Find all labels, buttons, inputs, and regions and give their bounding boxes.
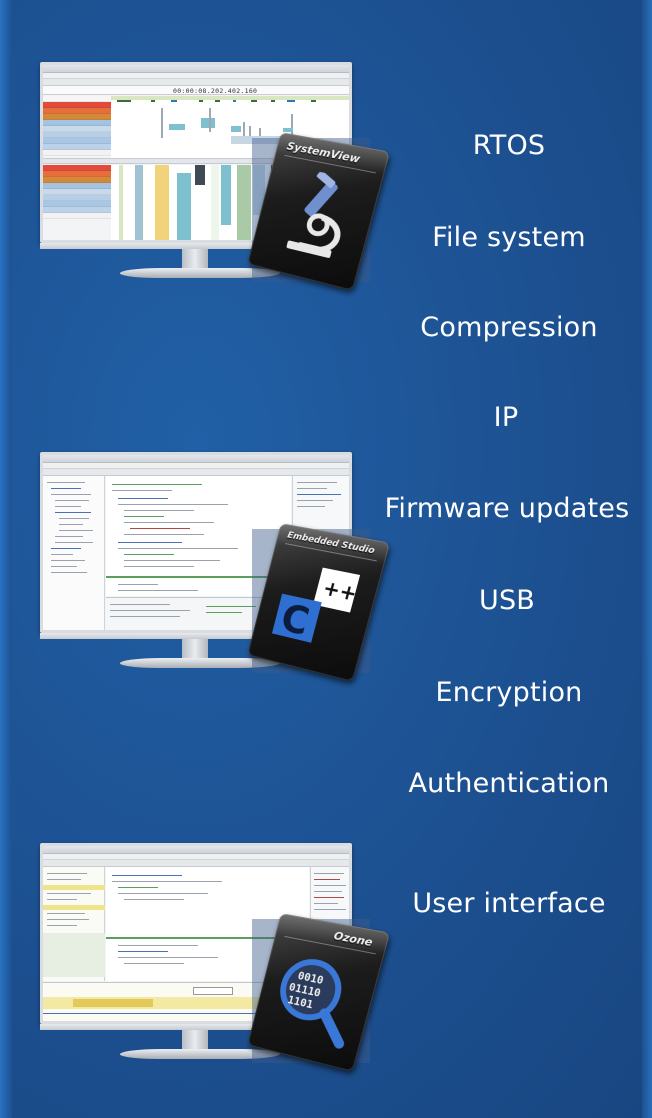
right-edge-highlight [642,0,652,1118]
ozone-badge[interactable]: Ozone 0010 01110 1101 [244,913,391,1072]
window-titlebar [43,455,349,463]
systemview-badge[interactable]: SystemView [244,132,391,291]
task-list-secondary [43,165,111,219]
c-plus-plus-icon: ++ C [271,567,361,644]
window-toolbar [43,469,349,476]
embedded-studio-badge[interactable]: Embedded Studio ++ C [244,523,391,682]
window-titlebar [43,65,349,73]
feature-ip: IP [493,402,519,433]
feature-file-system: File system [432,222,586,253]
feature-compression: Compression [420,312,598,343]
window-toolbar [43,860,349,867]
microscope-icon [286,169,367,270]
window-toolbar [43,79,349,86]
timeline-timestamp: 00:00:08.202.402.160 [173,87,258,95]
binary-magnifier-icon: 0010 01110 1101 [262,942,370,1053]
feature-encryption: Encryption [435,677,583,708]
feature-user-interface: User interface [412,888,606,919]
feature-authentication: Authentication [408,768,610,799]
feature-usb: USB [478,585,536,616]
project-explorer-pane [43,476,105,630]
feature-firmware-updates: Firmware updates [384,493,630,524]
feature-rtos: RTOS [472,130,546,161]
left-edge-highlight [0,0,12,1118]
window-titlebar [43,846,349,854]
functions-pane [43,867,105,981]
task-list [43,96,111,156]
